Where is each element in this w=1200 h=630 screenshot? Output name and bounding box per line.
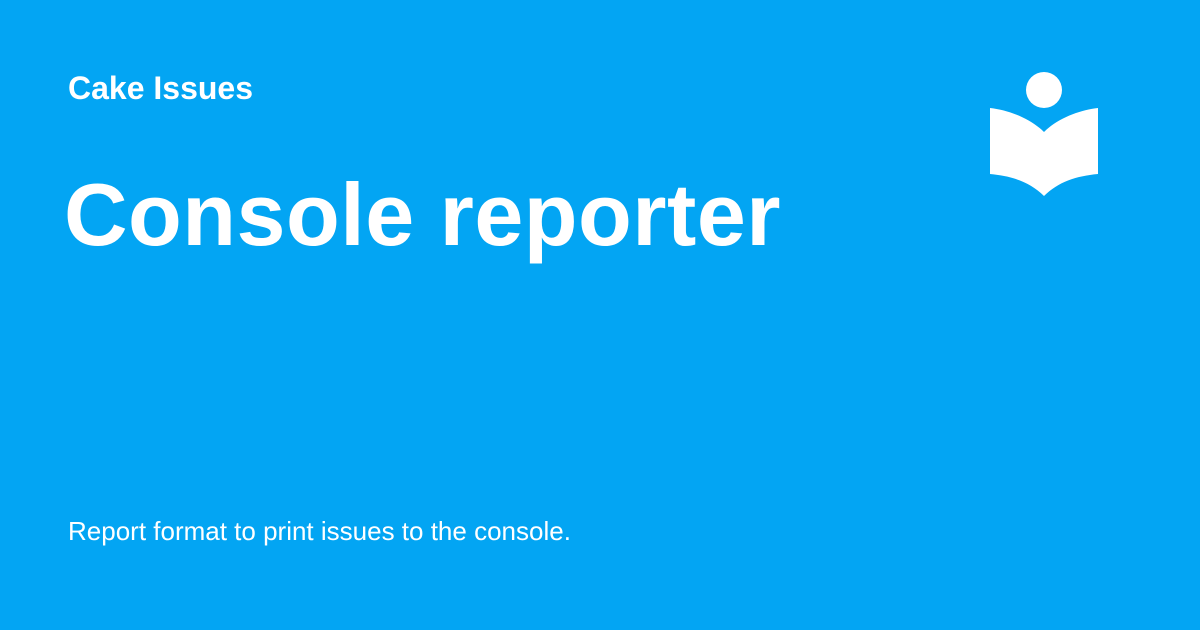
open-book	[990, 108, 1098, 196]
reader-book-icon	[988, 70, 1100, 198]
page-description: Report format to print issues to the con…	[68, 516, 571, 546]
page-title: Console reporter	[64, 165, 782, 264]
reader-head	[1026, 72, 1062, 108]
site-name: Cake Issues	[68, 70, 254, 106]
social-card: Cake Issues Console reporter Report form…	[0, 0, 1200, 630]
